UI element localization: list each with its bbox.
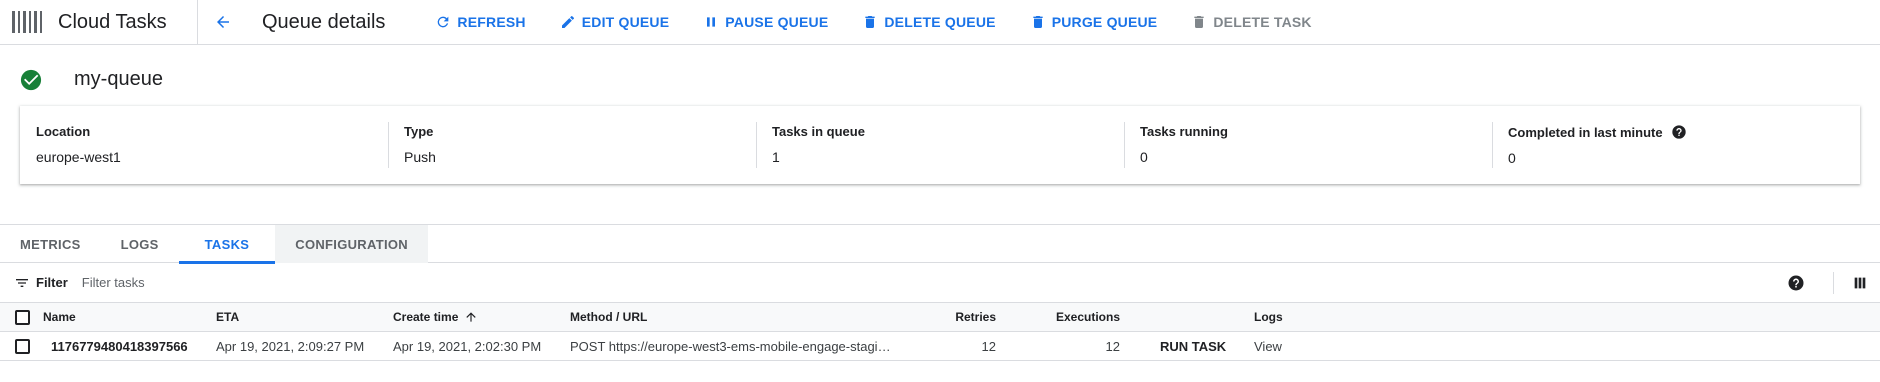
pencil-icon [561,15,574,28]
queue-heading: my-queue [20,68,163,91]
task-create-time: Apr 19, 2021, 2:02:30 PM [393,338,542,354]
detail-location: Location europe-west1 [20,106,388,184]
product-header: Cloud Tasks [0,0,198,45]
pause-queue-label: PAUSE QUEUE [725,14,829,30]
detail-type: Type Push [388,106,756,184]
help-circle-icon[interactable] [1671,124,1687,140]
column-header-name[interactable]: Name [43,310,216,324]
toolbar-divider [1833,271,1834,294]
trash-icon [1194,16,1205,28]
filter-input[interactable] [81,275,482,290]
tab-metrics[interactable]: METRICS [0,225,101,263]
column-header-method-url[interactable]: Method / URL [570,310,896,324]
detail-value: europe-west1 [36,149,121,165]
column-header-logs: Logs [1254,310,1283,324]
top-bar: Cloud Tasks Queue details REFRESH EDIT Q… [0,0,1880,45]
help-circle-icon[interactable] [1787,274,1805,292]
delete-queue-button[interactable]: DELETE QUEUE [862,14,995,30]
back-arrow-icon[interactable] [210,9,236,35]
column-display-icon[interactable] [1852,275,1868,291]
detail-value: 0 [1140,149,1148,165]
row-checkbox[interactable] [15,338,30,354]
table-tools [1787,271,1880,294]
column-header-create-time[interactable]: Create time [393,310,570,324]
product-name: Cloud Tasks [58,10,167,33]
pause-icon [707,17,716,27]
cloud-tasks-icon [12,11,42,33]
table-row[interactable]: 1176779480418397566 Apr 19, 2021, 2:09:2… [0,332,1880,361]
action-toolbar: REFRESH EDIT QUEUE PAUSE QUEUE DELETE QU… [435,14,1345,30]
detail-value: 0 [1508,150,1516,166]
detail-tasks-running: Tasks running 0 [1124,106,1492,184]
detail-label: Completed in last minute [1508,124,1663,140]
detail-label: Tasks running [1140,124,1228,139]
filter-icon[interactable] [14,275,30,291]
column-header-executions[interactable]: Executions [996,310,1120,324]
purge-queue-button[interactable]: PURGE QUEUE [1030,14,1158,30]
filter-label: Filter [36,275,68,290]
select-all-checkbox[interactable] [15,309,30,325]
edit-queue-button[interactable]: EDIT QUEUE [560,14,670,30]
tab-logs[interactable]: LOGS [101,225,179,263]
tab-configuration[interactable]: CONFIGURATION [275,225,428,263]
view-logs-link[interactable]: View [1254,339,1374,354]
detail-value: 1 [772,149,780,165]
task-retries: 12 [981,338,996,354]
delete-queue-label: DELETE QUEUE [884,14,996,30]
run-task-button[interactable]: RUN TASK [1120,339,1254,354]
refresh-icon [438,16,449,28]
detail-label: Type [404,124,434,139]
column-header-eta[interactable]: ETA [216,310,393,324]
check-circle-icon [20,69,42,90]
select-all-cell [0,309,43,325]
delete-task-label: DELETE TASK [1213,14,1312,30]
task-name[interactable]: 1176779480418397566 [43,339,216,354]
refresh-label: REFRESH [457,14,526,30]
detail-label: Tasks in queue [772,124,865,139]
task-executions: 12 [1105,338,1120,354]
row-select-cell [0,338,43,354]
queue-summary-card: Location europe-west1 Type Push Tasks in… [20,106,1860,184]
trash-icon [865,16,876,28]
task-eta: Apr 19, 2021, 2:09:27 PM [216,338,365,354]
pause-queue-button[interactable]: PAUSE QUEUE [703,14,828,30]
tasks-table: Name ETA Create time Method / URL Retrie… [0,303,1880,361]
task-method-url: POST https://europe-west3-ems-mobile-eng… [570,338,891,354]
trash-icon [1033,16,1043,28]
arrow-up-icon [466,312,477,322]
table-header-row: Name ETA Create time Method / URL Retrie… [0,303,1880,332]
edit-queue-label: EDIT QUEUE [581,14,670,30]
detail-completed-last-minute: Completed in last minute 0 [1492,106,1860,184]
column-header-label: Create time [393,310,459,324]
tab-tasks[interactable]: TASKS [178,225,276,264]
page-title: Queue details [262,10,386,33]
detail-value: Push [404,149,436,165]
column-header-retries[interactable]: Retries [896,310,996,324]
queue-name: my-queue [74,68,163,90]
detail-label: Location [36,124,91,139]
delete-task-button[interactable]: DELETE TASK [1191,14,1312,30]
tab-bar: METRICS LOGS TASKS CONFIGURATION [0,224,1880,264]
detail-tasks-in-queue: Tasks in queue 1 [756,106,1124,184]
detail-label-with-help: Completed in last minute [1508,124,1860,140]
filter-bar: Filter [0,263,1880,303]
purge-queue-label: PURGE QUEUE [1051,14,1158,30]
refresh-button[interactable]: REFRESH [435,14,526,30]
